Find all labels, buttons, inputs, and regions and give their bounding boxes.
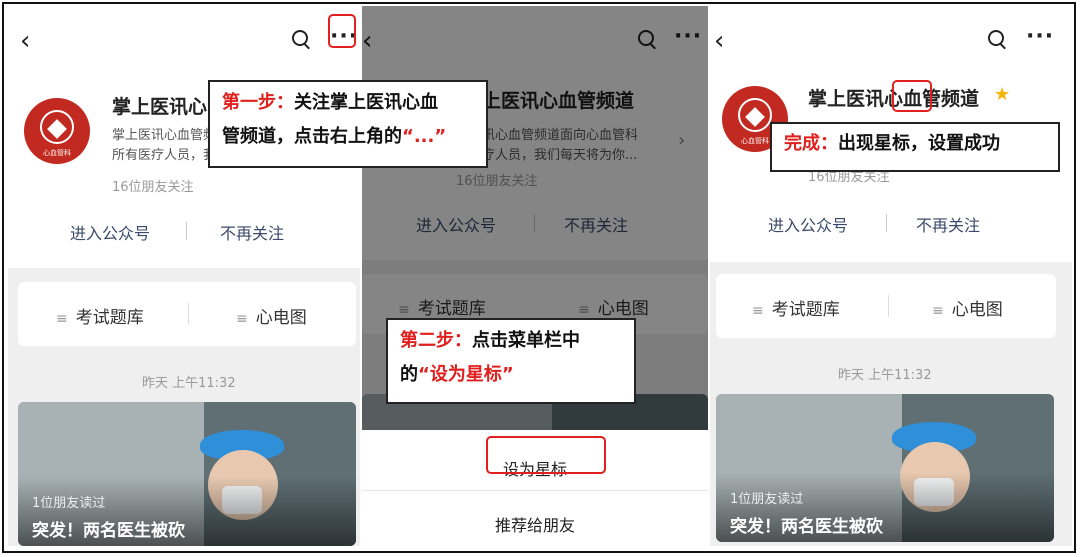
- account-logo: 心血管科: [24, 98, 90, 164]
- menu-lines-icon: ≡: [236, 311, 248, 327]
- highlight-star-position: [892, 80, 932, 112]
- menu-lines-icon: ≡: [752, 303, 764, 319]
- more-icon[interactable]: ···: [1026, 24, 1054, 49]
- step1-text-b: 管频道，点击右上角的: [222, 126, 402, 147]
- article-title: 突发！两名医生被砍: [730, 517, 883, 537]
- callout-step1: 第一步：关注掌上医讯心血 管频道，点击右上角的“...”: [208, 80, 488, 168]
- highlight-more-button: [328, 14, 356, 48]
- menu-lines-icon: ≡: [932, 303, 944, 319]
- callout-done: 完成：出现星标，设置成功: [770, 122, 1060, 172]
- phone-screen-done: ‹ ··· 心血管科 掌上医讯心血管频道 ★ 16位朋友关注 进入公众号 不再关…: [710, 6, 1072, 546]
- menu-item-ecg[interactable]: ≡ 心电图: [236, 303, 307, 328]
- article-read-by: 1位朋友读过: [730, 492, 804, 507]
- step1-label: 第一步：: [222, 92, 294, 113]
- step2-text-b: 的: [400, 364, 418, 385]
- menu-lines-icon: ≡: [56, 311, 68, 327]
- back-icon[interactable]: ‹: [714, 28, 736, 54]
- account-name: 掌上医讯心: [112, 96, 208, 118]
- step1-text-a: 关注掌上医讯心血: [294, 92, 438, 113]
- unfollow-button[interactable]: 不再关注: [220, 220, 284, 244]
- menu-item-exam[interactable]: ≡ 考试题库: [752, 295, 840, 320]
- menu-item-ecg[interactable]: ≡ 心电图: [932, 295, 1003, 320]
- menu-item-exam-label: 考试题库: [771, 300, 840, 320]
- menu-item-ecg-label: 心电图: [255, 308, 307, 328]
- callout-step1-line1: 第一步：关注掌上医讯心血: [222, 86, 474, 120]
- article-title: 突发！两名医生被砍: [32, 521, 185, 541]
- account-menu-bar: ≡ 考试题库 ≡ 心电图: [716, 274, 1056, 338]
- highlight-set-star: [486, 436, 606, 474]
- enter-account-button[interactable]: 进入公众号: [768, 212, 848, 236]
- recommend-to-friend-button[interactable]: 推荐给朋友: [362, 512, 708, 536]
- friends-follow-count: 16位朋友关注: [112, 180, 194, 195]
- step2-quote: “设为星标”: [418, 364, 514, 385]
- article-read-by: 1位朋友读过: [32, 496, 106, 511]
- article-card[interactable]: 1位朋友读过 突发！两名医生被砍: [18, 402, 356, 546]
- done-text: 出现星标，设置成功: [838, 133, 1000, 154]
- sheet-divider: [362, 490, 708, 491]
- account-desc-line1: 掌上医讯心血管频道面向心血管科: [112, 128, 222, 143]
- callout-step2-line1: 第二步：点击菜单栏中: [400, 324, 622, 358]
- menu-separator: [188, 303, 189, 325]
- callout-step1-line2: 管频道，点击右上角的“...”: [222, 120, 474, 154]
- enter-account-button[interactable]: 进入公众号: [70, 220, 150, 244]
- callout-step2-line2: 的“设为星标”: [400, 358, 622, 392]
- step2-text-a: 点击菜单栏中: [472, 330, 580, 351]
- unfollow-button[interactable]: 不再关注: [916, 212, 980, 236]
- account-menu-bar: ≡ 考试题库 ≡ 心电图: [18, 282, 356, 346]
- menu-separator: [888, 295, 889, 317]
- menu-item-exam-label: 考试题库: [75, 308, 144, 328]
- search-icon[interactable]: [290, 28, 312, 50]
- menu-item-ecg-label: 心电图: [951, 300, 1003, 320]
- action-divider: [186, 222, 187, 240]
- back-icon[interactable]: ‹: [20, 28, 42, 54]
- step2-label: 第二步：: [400, 330, 472, 351]
- star-icon: ★: [994, 84, 1011, 105]
- search-icon[interactable]: [986, 28, 1008, 50]
- action-divider: [886, 214, 887, 232]
- feed-date: 昨天 上午11:32: [142, 376, 236, 391]
- article-card[interactable]: 1位朋友读过 突发！两名医生被砍: [716, 394, 1054, 542]
- done-label: 完成：: [784, 133, 838, 154]
- feed-date: 昨天 上午11:32: [838, 368, 932, 383]
- step1-quote: “...”: [402, 126, 447, 147]
- menu-item-exam[interactable]: ≡ 考试题库: [56, 303, 144, 328]
- account-desc-line2: 所有医疗人员，我们每天将为你...: [112, 148, 222, 163]
- account-name-head: 掌上医讯心: [808, 88, 904, 110]
- callout-step2: 第二步：点击菜单栏中 的“设为星标”: [386, 318, 636, 404]
